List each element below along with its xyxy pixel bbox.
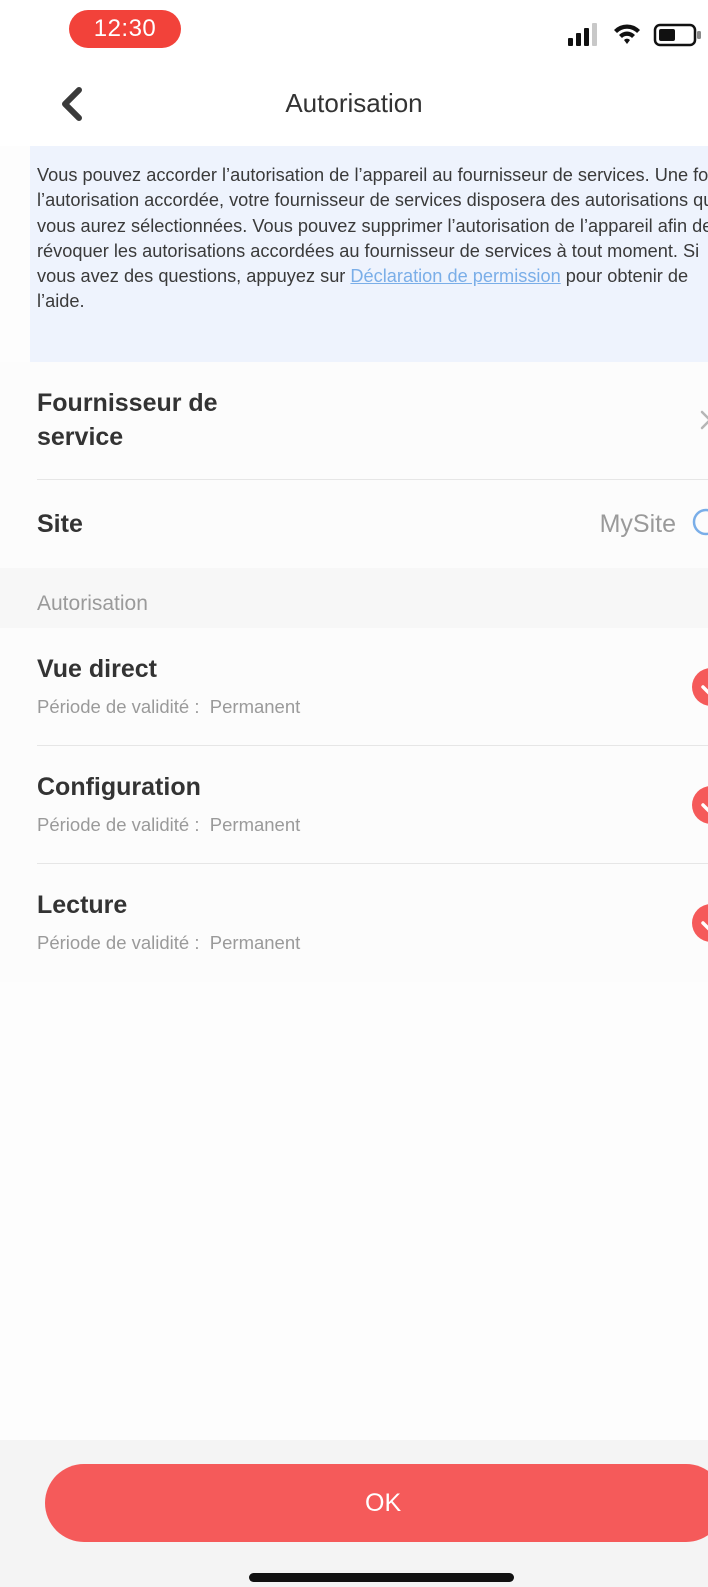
status-bar: 12:30 bbox=[0, 0, 708, 62]
permission-row-live-view[interactable]: Vue direct Période de validité : Permane… bbox=[0, 628, 708, 746]
status-time: 12:30 bbox=[69, 10, 181, 48]
check-circle-icon[interactable] bbox=[692, 904, 708, 942]
battery-icon bbox=[653, 23, 701, 47]
site-value: MySite bbox=[599, 510, 676, 538]
permission-row-configuration[interactable]: Configuration Période de validité : Perm… bbox=[0, 746, 708, 864]
permission-statement-link[interactable]: Déclaration de permission bbox=[350, 266, 560, 286]
permission-validity: Période de validité : Permanent bbox=[37, 814, 301, 835]
permission-validity: Période de validité : Permanent bbox=[37, 696, 301, 717]
permission-name: Vue direct bbox=[37, 655, 157, 683]
section-header: Autorisation bbox=[0, 568, 708, 628]
chevron-right-icon bbox=[700, 410, 708, 430]
permission-row-playback[interactable]: Lecture Période de validité : Permanent bbox=[0, 864, 708, 982]
signal-icon bbox=[568, 23, 597, 46]
home-indicator bbox=[249, 1573, 514, 1582]
info-text: Vous pouvez accorder l’autorisation de l… bbox=[37, 163, 708, 315]
nav-bar: Autorisation bbox=[0, 62, 708, 146]
permission-name: Configuration bbox=[37, 773, 201, 801]
site-row[interactable]: Site MySite bbox=[0, 480, 708, 568]
permission-name: Lecture bbox=[37, 891, 128, 919]
info-circle-icon[interactable] bbox=[692, 508, 708, 536]
check-circle-icon[interactable] bbox=[692, 786, 708, 824]
check-circle-icon[interactable] bbox=[692, 668, 708, 706]
service-provider-row[interactable]: Fournisseur de service bbox=[0, 362, 708, 480]
site-label: Site bbox=[37, 510, 83, 538]
info-banner: Vous pouvez accorder l’autorisation de l… bbox=[30, 146, 708, 362]
bottom-area: OK bbox=[0, 1440, 708, 1587]
wifi-icon bbox=[614, 24, 640, 44]
section-header-label: Autorisation bbox=[37, 592, 148, 615]
page-title: Autorisation bbox=[285, 88, 423, 118]
ok-button[interactable]: OK bbox=[45, 1464, 708, 1542]
service-provider-label: Fournisseur de service bbox=[37, 389, 218, 451]
permission-validity: Période de validité : Permanent bbox=[37, 932, 301, 953]
status-icons bbox=[568, 23, 701, 47]
